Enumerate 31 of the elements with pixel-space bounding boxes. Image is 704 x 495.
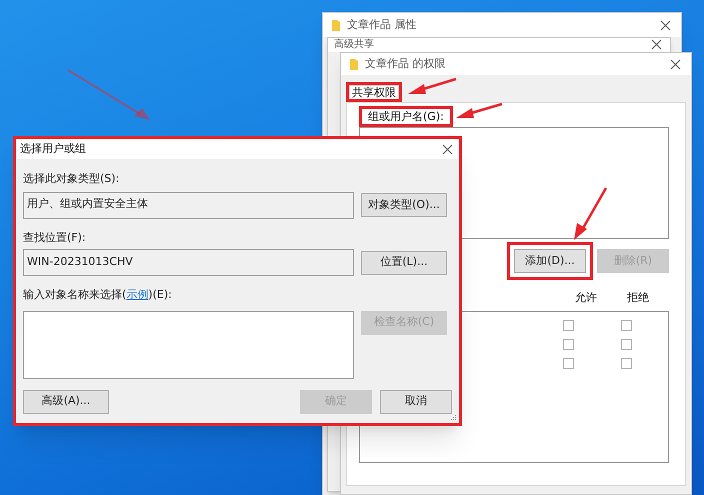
annotation-arrow: [408, 78, 456, 94]
checkbox[interactable]: [621, 320, 632, 330]
window-title: 文章作品 的权限: [365, 56, 446, 72]
field-label: 查找位置(F):: [23, 230, 87, 246]
checkbox[interactable]: [563, 320, 574, 330]
window-title: 文章作品 属性: [347, 16, 416, 33]
checkbox[interactable]: [621, 338, 632, 350]
folder-icon: [349, 58, 359, 70]
window-title: 高级共享: [334, 38, 374, 51]
example-link[interactable]: 示例: [126, 288, 148, 301]
location-field: WIN-20231013CHV: [23, 249, 354, 276]
annotation-arrow: [456, 102, 502, 118]
group-label: 组或用户名(G):: [368, 109, 444, 124]
checkbox[interactable]: [563, 358, 574, 368]
checkbox[interactable]: [621, 358, 632, 368]
object-name-input[interactable]: [23, 310, 354, 378]
tab[interactable]: 共享权限: [349, 85, 399, 99]
checkbox[interactable]: [563, 338, 574, 350]
dialog-button[interactable]: 添加(D)...: [514, 249, 586, 273]
dialog-button[interactable]: 对象类型(O)...: [361, 193, 447, 217]
dialog-button[interactable]: 高级(A)...: [23, 390, 109, 414]
column-header: 允许: [575, 290, 597, 306]
dialog-button[interactable]: 取消: [380, 390, 452, 414]
object-type-field: 用户、组或内置安全主体: [23, 192, 354, 218]
field-label: 输入对象名称来选择(示例)(E):: [23, 287, 173, 303]
field-label: 选择此对象类型(S):: [23, 171, 120, 187]
folder-icon: [331, 18, 341, 32]
window-title: 选择用户或组: [20, 140, 86, 157]
annotation-arrow: [574, 187, 608, 240]
dialog-button[interactable]: 位置(L)...: [361, 250, 447, 274]
column-header: 拒绝: [627, 290, 649, 306]
